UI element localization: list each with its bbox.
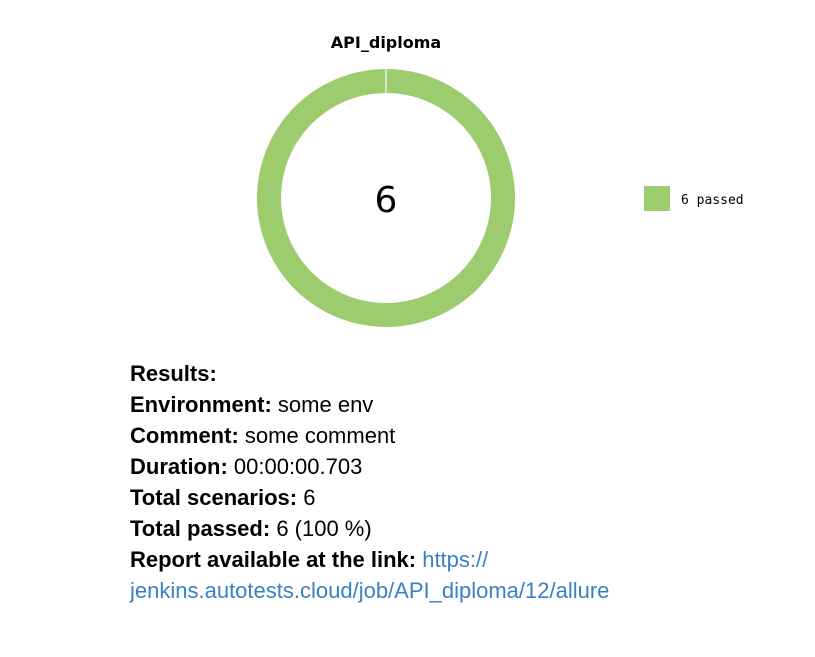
legend: 6 passed <box>644 186 744 211</box>
duration-value: 00:00:00.703 <box>233 454 363 479</box>
report-label: Report available at the link: <box>130 547 417 572</box>
duration-row: Duration: 00:00:00.703 <box>130 451 800 482</box>
environment-row: Environment: some env <box>130 389 800 420</box>
legend-swatch-passed <box>644 186 670 211</box>
legend-label-passed: 6 passed <box>681 193 744 208</box>
total-scenarios-row: Total scenarios: 6 <box>130 482 800 513</box>
report-link-part1[interactable]: https:// <box>422 547 488 572</box>
comment-label: Comment: <box>130 423 239 448</box>
environment-label: Environment: <box>130 392 272 417</box>
comment-row: Comment: some comment <box>130 420 800 451</box>
center-count: 6 <box>375 180 398 221</box>
total-passed-row: Total passed: 6 (100 %) <box>130 513 800 544</box>
environment-value: some env <box>277 392 374 417</box>
comment-value: some comment <box>244 423 396 448</box>
total-passed-label: Total passed: <box>130 516 271 541</box>
results-heading: Results: <box>130 361 217 386</box>
donut-chart: API_diploma 6 6 passed <box>257 33 744 327</box>
total-passed-value: 6 (100 %) <box>276 516 372 541</box>
chart-title: API_diploma <box>331 33 441 52</box>
report-link-row: jenkins.autotests.cloud/job/API_diploma/… <box>130 575 800 606</box>
total-scenarios-value: 6 <box>303 485 316 510</box>
results-summary: Results: Environment: some env Comment: … <box>130 358 800 606</box>
total-scenarios-label: Total scenarios: <box>130 485 298 510</box>
duration-label: Duration: <box>130 454 228 479</box>
report-link-part2[interactable]: jenkins.autotests.cloud/job/API_diploma/… <box>130 578 609 603</box>
report-row: Report available at the link: https:// <box>130 544 800 575</box>
